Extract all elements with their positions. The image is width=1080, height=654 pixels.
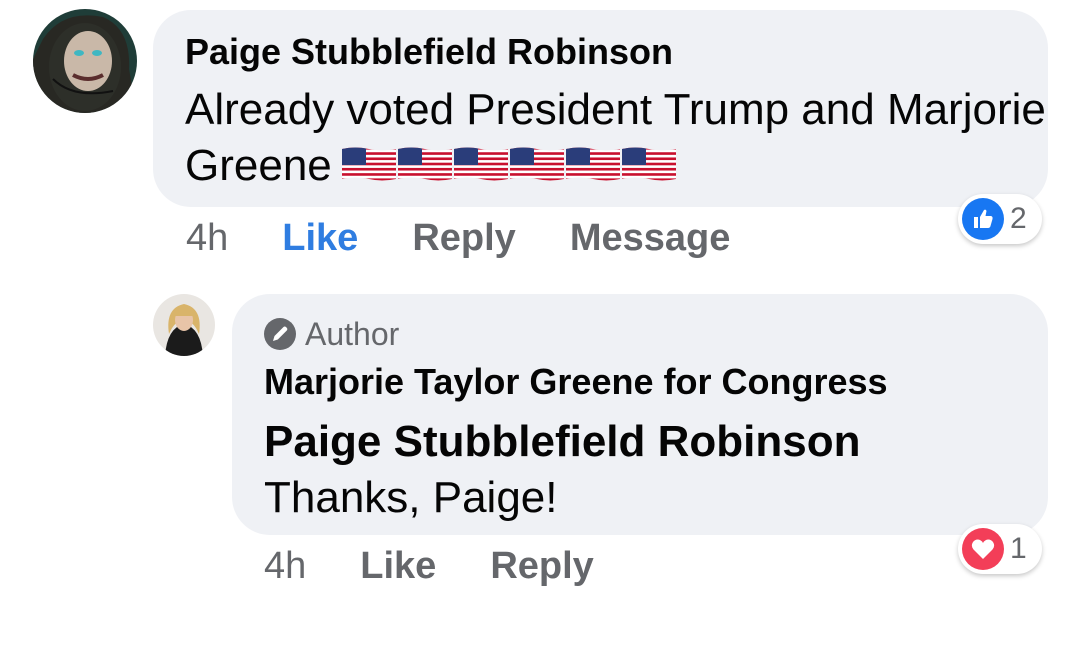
comment-message-button[interactable]: Message xyxy=(570,217,731,260)
author-badge-label: Author xyxy=(305,316,400,352)
reply-reply-button[interactable]: Reply xyxy=(490,545,593,588)
pencil-icon xyxy=(264,318,296,350)
us-flag-icon xyxy=(397,147,452,181)
flag-emoji-group xyxy=(341,147,676,181)
like-icon xyxy=(962,198,1004,240)
reply-actions: 4h Like Reply xyxy=(264,544,594,588)
author-badge: Author xyxy=(264,316,1048,352)
us-flag-icon xyxy=(453,147,508,181)
us-flag-icon xyxy=(565,147,620,181)
comment-text: Already voted President Trump and Marjor… xyxy=(185,82,1048,194)
reply-author-name[interactable]: Marjorie Taylor Greene for Congress xyxy=(264,362,1048,402)
commenter-avatar[interactable] xyxy=(33,9,137,113)
love-icon xyxy=(962,528,1004,570)
reply-body: Thanks, Paige! xyxy=(264,473,558,522)
comment-timestamp[interactable]: 4h xyxy=(186,217,228,260)
us-flag-icon xyxy=(621,147,676,181)
reply-like-button[interactable]: Like xyxy=(360,545,436,588)
comment-author-name[interactable]: Paige Stubblefield Robinson xyxy=(185,32,1048,72)
comment-reaction-count: 2 xyxy=(1010,202,1027,235)
comment-reply-button[interactable]: Reply xyxy=(412,217,515,260)
comment-reaction-summary[interactable]: 2 xyxy=(958,194,1042,244)
reply-mention-link[interactable]: Paige Stubblefield Robinson xyxy=(264,417,860,466)
reply-timestamp[interactable]: 4h xyxy=(264,545,306,588)
reply-text: Paige Stubblefield Robinson Thanks, Paig… xyxy=(264,414,1048,526)
comment-bubble: Paige Stubblefield Robinson Already vote… xyxy=(153,10,1048,207)
reply-reaction-summary[interactable]: 1 xyxy=(958,524,1042,574)
comment-like-button[interactable]: Like xyxy=(282,217,358,260)
comment-actions: 4h Like Reply Message xyxy=(186,216,730,260)
commenter-avatar-image xyxy=(33,9,137,113)
reply-bubble: Author Marjorie Taylor Greene for Congre… xyxy=(232,294,1048,535)
us-flag-icon xyxy=(341,147,396,181)
reply-reaction-count: 1 xyxy=(1010,532,1027,565)
reply-author-avatar[interactable] xyxy=(153,294,215,356)
us-flag-icon xyxy=(509,147,564,181)
reply-author-avatar-image xyxy=(153,294,215,356)
